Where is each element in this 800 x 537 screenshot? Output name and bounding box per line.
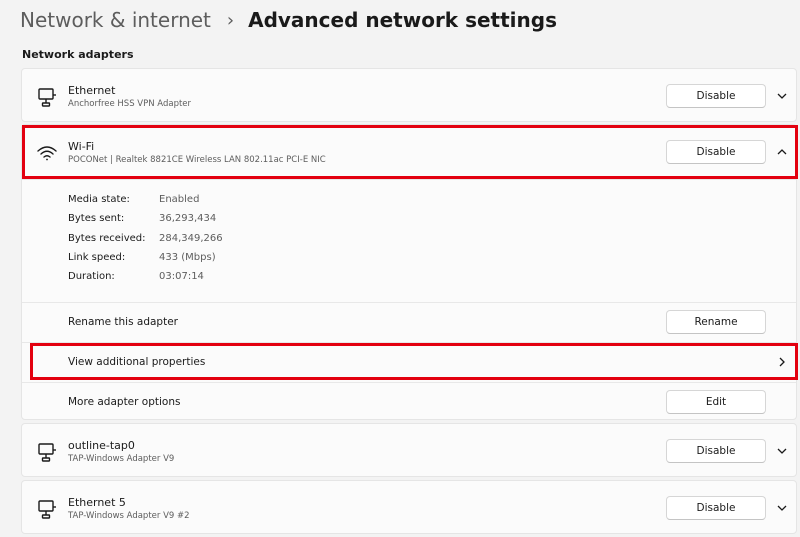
section-label: Network adapters: [22, 48, 134, 61]
page-title: Advanced network settings: [248, 8, 557, 32]
adapter-description: POCONet | Realtek 8821CE Wireless LAN 80…: [68, 155, 326, 165]
property-value: 284,349,266: [159, 233, 223, 244]
chevron-right-icon: [775, 355, 789, 369]
adapter-description: Anchorfree HSS VPN Adapter: [68, 99, 192, 109]
chevron-down-icon[interactable]: [775, 501, 789, 515]
divider: [22, 179, 796, 180]
breadcrumb-parent-link[interactable]: Network & internet: [20, 8, 211, 32]
ethernet-icon: [36, 441, 58, 463]
more-adapter-options-row: More adapter options Edit: [22, 383, 796, 421]
adapter-card-ethernet-5[interactable]: Ethernet 5 TAP-Windows Adapter V9 #2 Dis…: [21, 480, 797, 534]
adapter-card-ethernet[interactable]: Ethernet Anchorfree HSS VPN Adapter Disa…: [21, 68, 797, 122]
chevron-down-icon[interactable]: [775, 444, 789, 458]
adapter-card-outline-tap0[interactable]: outline-tap0 TAP-Windows Adapter V9 Disa…: [21, 423, 797, 477]
view-additional-properties-label: View additional properties: [68, 356, 206, 368]
disable-button[interactable]: Disable: [666, 439, 766, 463]
adapter-description: TAP-Windows Adapter V9 #2: [68, 511, 190, 521]
breadcrumb: Network & internet › Advanced network se…: [20, 5, 557, 35]
rename-adapter-label: Rename this adapter: [68, 316, 178, 328]
wifi-icon: [36, 142, 58, 164]
adapter-header-wifi[interactable]: Wi-Fi POCONet | Realtek 8821CE Wireless …: [22, 125, 796, 179]
property-value: 03:07:14: [159, 271, 204, 282]
rename-button[interactable]: Rename: [666, 310, 766, 334]
property-label: Media state:: [68, 194, 130, 205]
breadcrumb-chevron-icon: ›: [226, 9, 235, 31]
disable-button[interactable]: Disable: [666, 84, 766, 108]
property-label: Duration:: [68, 271, 115, 282]
adapter-name: outline-tap0: [68, 439, 135, 452]
rename-adapter-row: Rename this adapter Rename: [22, 303, 796, 342]
adapter-name: Ethernet 5: [68, 496, 126, 509]
property-label: Bytes sent:: [68, 213, 125, 224]
ethernet-icon: [36, 86, 58, 108]
ethernet-icon: [36, 498, 58, 520]
view-additional-properties-row[interactable]: View additional properties: [22, 343, 796, 382]
property-value: 36,293,434: [159, 213, 217, 224]
property-value: 433 (Mbps): [159, 252, 216, 263]
edit-button[interactable]: Edit: [666, 390, 766, 414]
adapter-card-wifi[interactable]: Wi-Fi POCONet | Realtek 8821CE Wireless …: [21, 124, 797, 420]
adapter-name: Ethernet: [68, 84, 116, 97]
chevron-down-icon[interactable]: [775, 89, 789, 103]
property-label: Bytes received:: [68, 233, 146, 244]
disable-button[interactable]: Disable: [666, 140, 766, 164]
more-adapter-options-label: More adapter options: [68, 396, 181, 408]
disable-button[interactable]: Disable: [666, 496, 766, 520]
property-label: Link speed:: [68, 252, 126, 263]
chevron-up-icon[interactable]: [775, 145, 789, 159]
property-value: Enabled: [159, 194, 200, 205]
adapter-description: TAP-Windows Adapter V9: [68, 454, 175, 464]
adapter-name: Wi-Fi: [68, 140, 95, 153]
